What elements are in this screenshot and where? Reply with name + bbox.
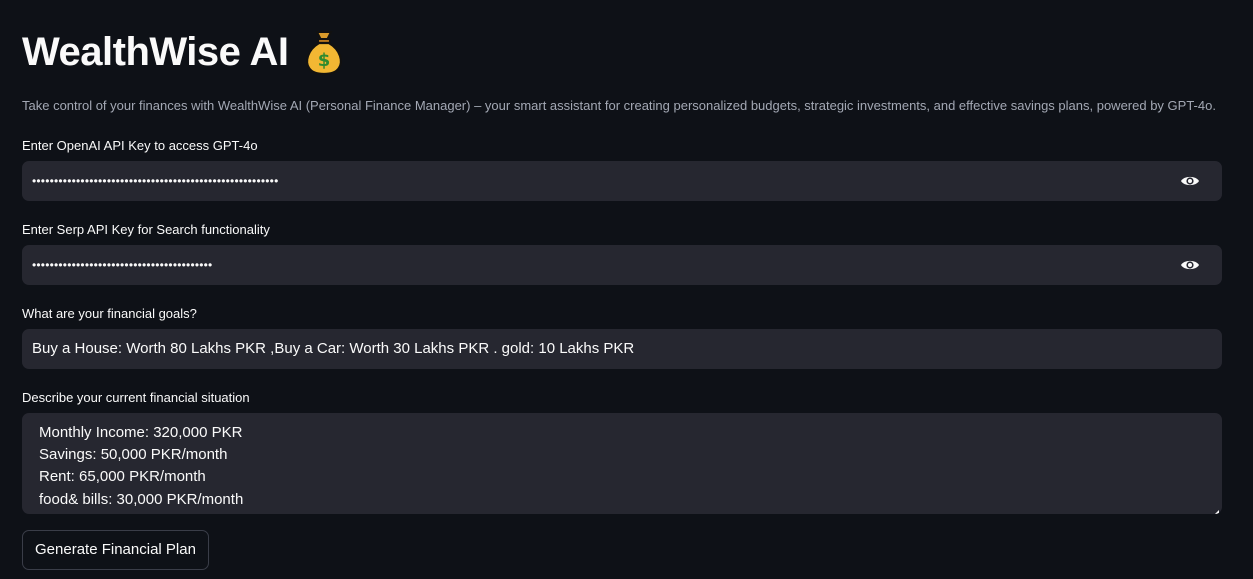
serp-key-label: Enter Serp API Key for Search functional… [22,222,270,237]
openai-key-label: Enter OpenAI API Key to access GPT-4o [22,138,258,153]
situation-line: Savings: 50,000 PKR/month [39,446,228,464]
page-title: WealthWise AI [22,29,289,74]
resize-handle-icon[interactable] [1212,504,1219,514]
situation-line: Rent: 65,000 PKR/month [39,468,206,486]
goals-input[interactable]: Buy a House: Worth 80 Lakhs PKR ,Buy a C… [22,329,1222,369]
situation-line: food& bills: 30,000 PKR/month [39,490,244,508]
eye-icon[interactable] [1180,172,1200,190]
openai-key-masked-value: ••••••••••••••••••••••••••••••••••••••••… [32,174,279,188]
goals-label: What are your financial goals? [22,306,197,321]
serp-key-masked-value: ••••••••••••••••••••••••••••••••••••••••… [32,258,213,272]
generate-plan-button[interactable]: Generate Financial Plan [22,530,209,570]
money-bag-icon: $ [303,28,345,76]
goals-value: Buy a House: Worth 80 Lakhs PKR ,Buy a C… [32,340,635,357]
serp-key-input[interactable]: ••••••••••••••••••••••••••••••••••••••••… [22,245,1222,285]
title-row: WealthWise AI $ [22,26,345,78]
app-description: Take control of your finances with Wealt… [22,98,1216,113]
svg-text:$: $ [317,50,330,71]
openai-key-input[interactable]: ••••••••••••••••••••••••••••••••••••••••… [22,161,1222,201]
situation-textarea[interactable]: Monthly Income: 320,000 PKR Savings: 50,… [22,413,1222,514]
situation-label: Describe your current financial situatio… [22,390,250,405]
eye-icon[interactable] [1180,256,1200,274]
situation-line: Monthly Income: 320,000 PKR [39,424,243,441]
app-page: WealthWise AI $ Take control of your fin… [0,0,1253,579]
